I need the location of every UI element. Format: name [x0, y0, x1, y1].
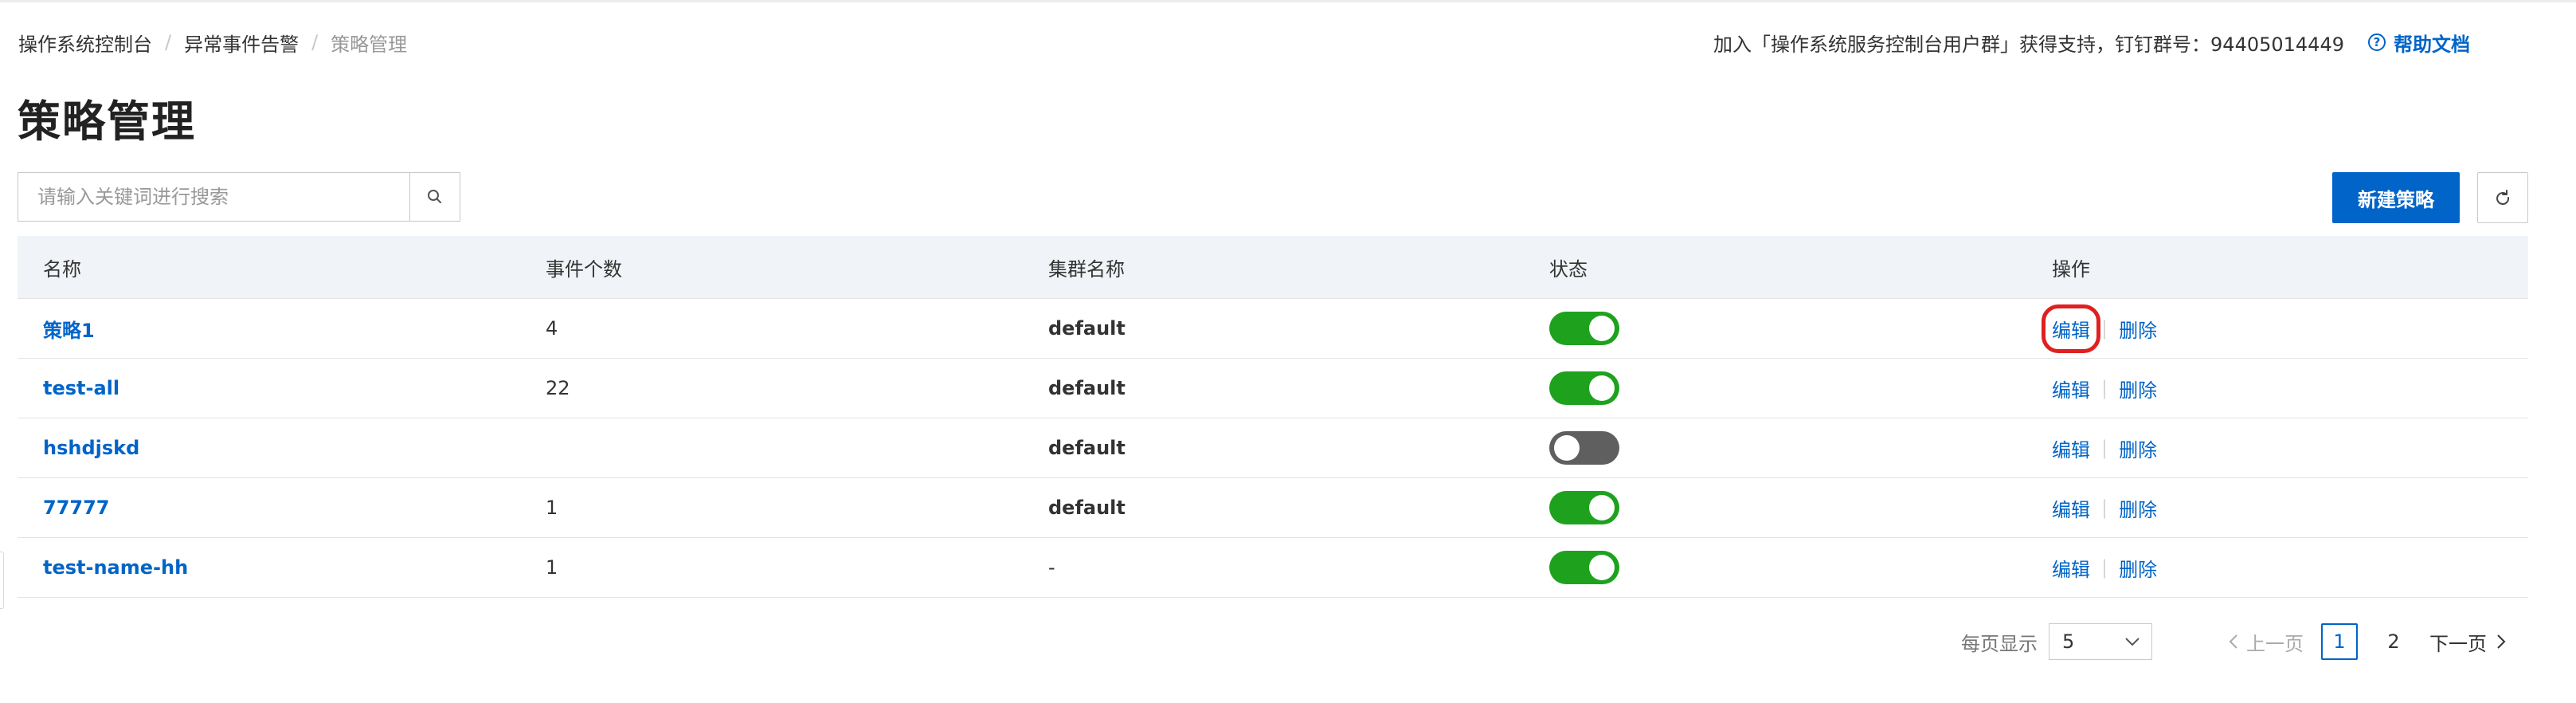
breadcrumb-item-console[interactable]: 操作系统控制台	[18, 29, 152, 57]
table-row: test-name-hh 1 - 编辑 | 删除	[18, 538, 2528, 598]
per-page-value: 5	[2062, 630, 2075, 653]
support-info: 加入「操作系统服务控制台用户群」获得支持，钉钉群号：94405014449 ? …	[1713, 27, 2470, 57]
breadcrumb-separator: /	[311, 31, 319, 53]
event-count: 22	[546, 377, 570, 399]
refresh-button[interactable]	[2477, 172, 2528, 223]
policy-name-link[interactable]: 策略1	[43, 315, 95, 343]
table-row: 77777 1 default 编辑 | 删除	[18, 478, 2528, 538]
event-count: 1	[546, 556, 558, 579]
column-header-actions: 操作	[2052, 257, 2090, 281]
search-input[interactable]	[18, 173, 409, 221]
cluster-name: default	[1048, 497, 1126, 519]
event-count: 1	[546, 497, 558, 519]
action-separator: |	[2101, 556, 2108, 579]
status-toggle[interactable]	[1549, 431, 1619, 465]
cluster-name: default	[1048, 377, 1126, 399]
table-row: hshdjskd default 编辑 | 删除	[18, 418, 2528, 478]
delete-button[interactable]: 删除	[2119, 494, 2157, 522]
help-docs-label: 帮助文档	[2394, 33, 2470, 56]
next-page-button[interactable]: 下一页	[2429, 628, 2506, 656]
status-toggle[interactable]	[1549, 491, 1619, 524]
delete-button[interactable]: 删除	[2119, 434, 2157, 462]
toggle-knob	[1589, 555, 1615, 580]
page-button-2[interactable]: 2	[2375, 623, 2412, 660]
pagination: 每页显示 5 上一页 1 2 下一页	[1961, 622, 2506, 662]
delete-button[interactable]: 删除	[2119, 315, 2157, 343]
help-docs-link[interactable]: ? 帮助文档	[2368, 29, 2470, 57]
prev-page-button[interactable]: 上一页	[2229, 628, 2304, 656]
column-header-status: 状态	[1549, 257, 1587, 281]
policy-name-link[interactable]: test-name-hh	[43, 556, 188, 579]
refresh-icon	[2496, 190, 2510, 205]
cluster-name: default	[1048, 437, 1126, 459]
action-separator: |	[2101, 317, 2108, 340]
support-text: 加入「操作系统服务控制台用户群」获得支持，钉钉群号：94405014449	[1713, 33, 2344, 56]
toggle-knob	[1589, 375, 1615, 401]
chevron-left-icon	[2229, 634, 2237, 649]
policy-name-link[interactable]: test-all	[43, 377, 119, 399]
table-row: test-all 22 default 编辑 | 删除	[18, 359, 2528, 418]
status-toggle[interactable]	[1549, 551, 1619, 584]
cluster-name: default	[1048, 317, 1126, 340]
next-page-label: 下一页	[2429, 632, 2487, 655]
column-header-name: 名称	[43, 257, 81, 281]
action-separator: |	[2101, 377, 2108, 399]
search-icon	[428, 190, 441, 203]
toggle-knob	[1589, 495, 1615, 520]
toggle-knob	[1554, 435, 1580, 461]
toggle-knob	[1589, 316, 1615, 341]
per-page-select[interactable]: 5	[2049, 623, 2152, 660]
new-policy-button[interactable]: 新建策略	[2332, 172, 2460, 223]
cluster-name: -	[1048, 556, 1055, 579]
page-button-1[interactable]: 1	[2321, 623, 2358, 660]
help-circle-icon: ?	[2368, 33, 2386, 51]
policy-table: 名称 事件个数 集群名称 状态 操作 策略1 4 default 编辑 | 删除…	[18, 236, 2528, 598]
delete-button[interactable]: 删除	[2119, 554, 2157, 582]
policy-name-link[interactable]: hshdjskd	[43, 437, 139, 459]
edit-button[interactable]: 编辑	[2052, 375, 2090, 403]
chevron-right-icon	[2497, 634, 2506, 649]
per-page-label: 每页显示	[1961, 632, 2038, 655]
status-toggle[interactable]	[1549, 312, 1619, 345]
column-header-cluster: 集群名称	[1048, 257, 1125, 281]
search-box	[18, 172, 460, 222]
policy-name-link[interactable]: 77777	[43, 497, 110, 519]
side-drawer-handle[interactable]	[0, 552, 4, 609]
action-separator: |	[2101, 497, 2108, 519]
breadcrumb-separator: /	[165, 31, 172, 53]
page-title: 策略管理	[18, 96, 196, 147]
event-count: 4	[546, 317, 558, 340]
breadcrumb-item-current: 策略管理	[331, 33, 408, 56]
breadcrumb: 操作系统控制台 / 异常事件告警 / 策略管理	[18, 29, 407, 56]
delete-button[interactable]: 删除	[2119, 375, 2157, 403]
prev-page-label: 上一页	[2246, 632, 2304, 655]
edit-button[interactable]: 编辑	[2042, 304, 2100, 353]
top-border	[0, 0, 2576, 2]
search-button[interactable]	[409, 173, 460, 221]
table-row: 策略1 4 default 编辑 | 删除	[18, 299, 2528, 359]
edit-button[interactable]: 编辑	[2052, 554, 2090, 582]
edit-button[interactable]: 编辑	[2052, 494, 2090, 522]
column-header-event-count: 事件个数	[546, 257, 622, 281]
breadcrumb-item-alerts[interactable]: 异常事件告警	[184, 29, 299, 57]
chevron-down-icon	[2125, 638, 2139, 646]
edit-button[interactable]: 编辑	[2052, 434, 2090, 462]
table-header: 名称 事件个数 集群名称 状态 操作	[18, 236, 2528, 299]
status-toggle[interactable]	[1549, 371, 1619, 405]
action-separator: |	[2101, 437, 2108, 459]
